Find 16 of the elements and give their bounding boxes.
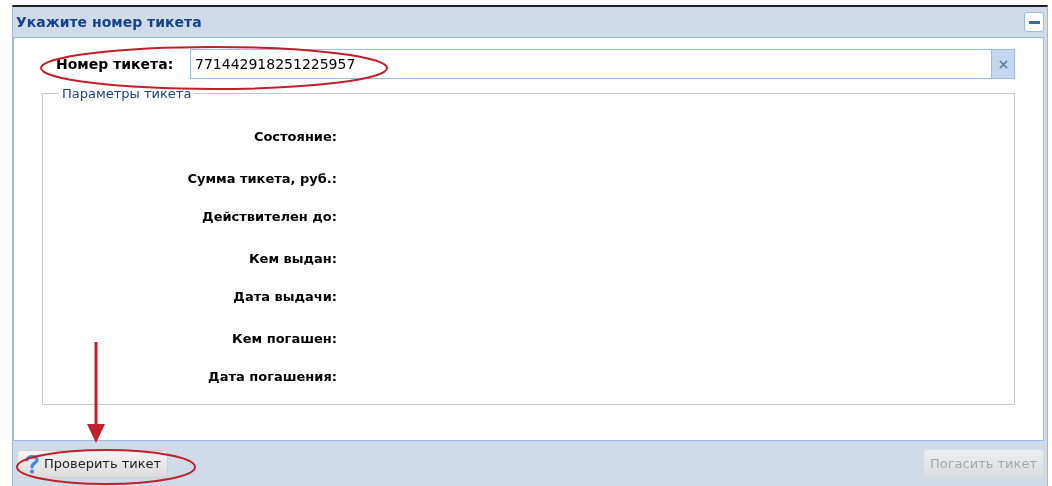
field-label: Номер тикета: [55, 54, 175, 74]
param-label: Действителен до: [202, 208, 337, 224]
minus-icon [1028, 20, 1040, 24]
param-label: Дата погашения: [208, 368, 337, 384]
collapse-button[interactable] [1024, 12, 1044, 32]
ticket-number-field[interactable]: 771442918251225957 [190, 49, 991, 79]
param-label: Кем погашен: [232, 330, 337, 346]
param-label: Кем выдан: [248, 250, 337, 266]
param-label: Дата выдачи: [233, 288, 337, 304]
panel-legend: Параметры тикета [59, 84, 195, 104]
close-icon [996, 57, 1010, 71]
param-label: Состояние: [253, 128, 337, 144]
check-ticket-button[interactable]: Проверить тикет [17, 449, 169, 478]
question-icon [24, 453, 40, 474]
param-label: Сумма тикета, руб.: [187, 170, 337, 186]
window-title: Укажите номер тикета [16, 12, 202, 32]
